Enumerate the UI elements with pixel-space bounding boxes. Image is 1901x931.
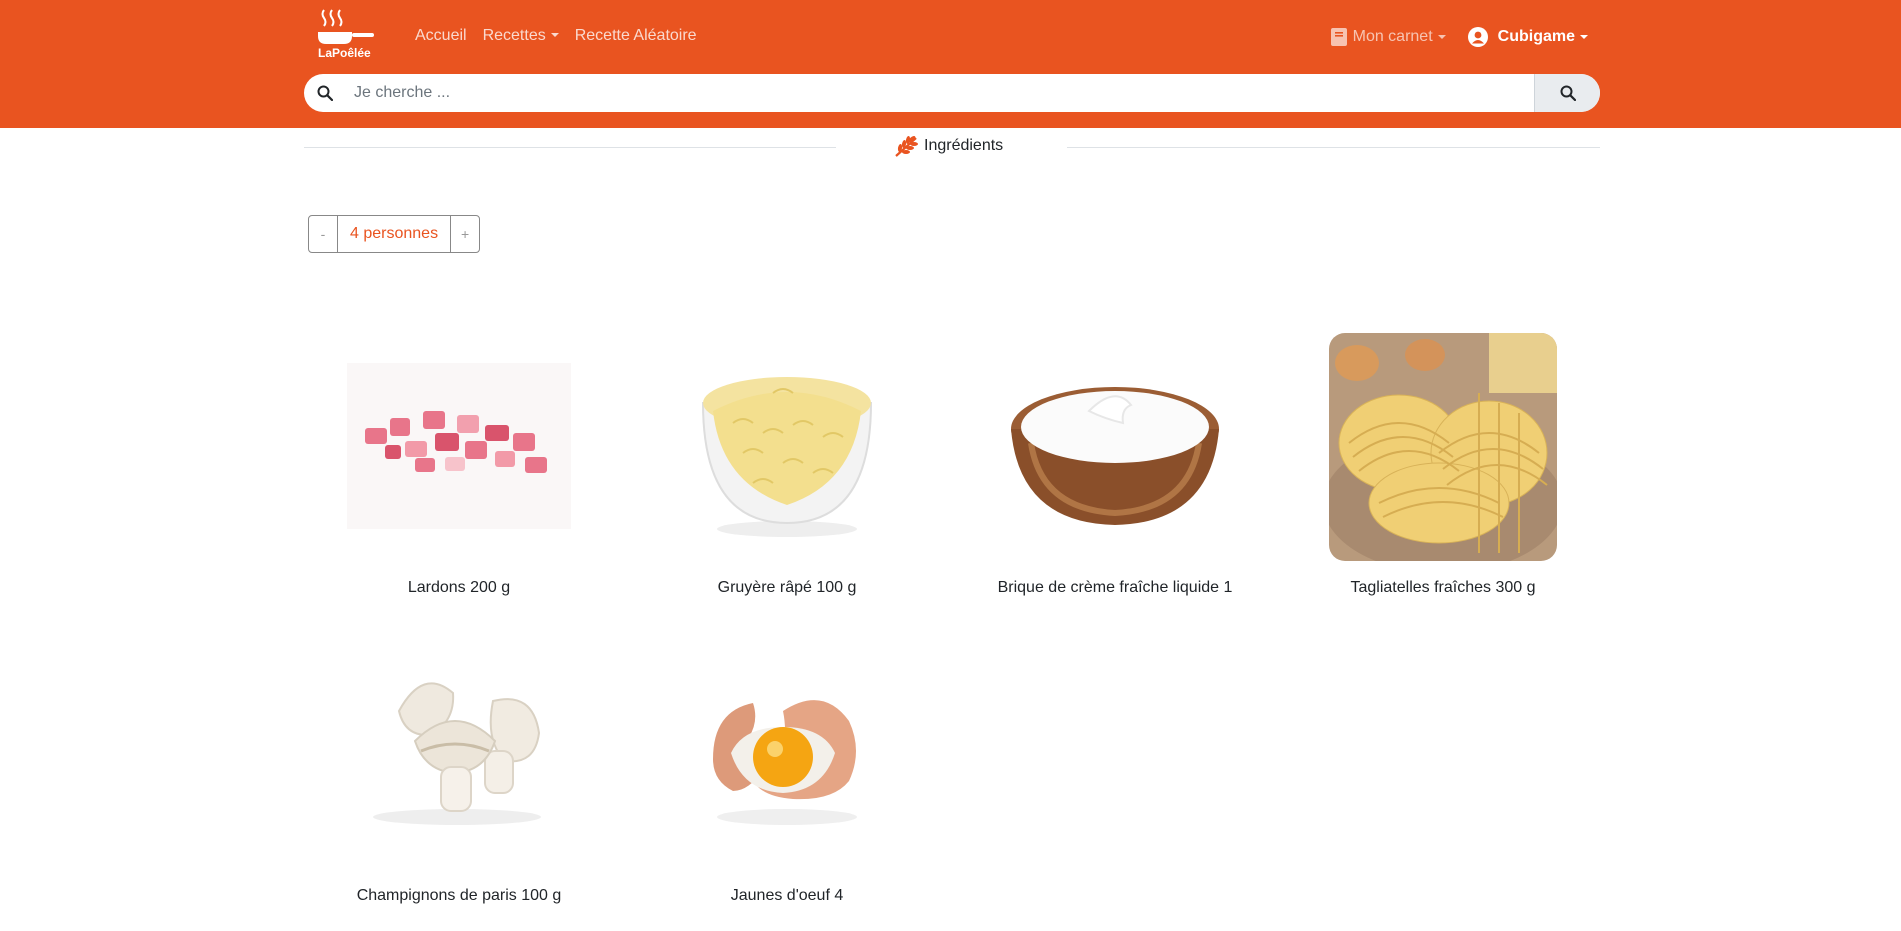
book-icon bbox=[1330, 28, 1347, 46]
cheese-image bbox=[673, 333, 901, 561]
egg-image bbox=[673, 641, 901, 869]
bacon-image bbox=[345, 333, 573, 561]
ingredient-label: Jaunes d'oeuf 4 bbox=[730, 887, 844, 904]
caret-down-icon bbox=[1437, 35, 1446, 39]
ingredient-label: Champignons de paris 100 g bbox=[356, 887, 562, 904]
section-title: Ingrédients bbox=[894, 134, 1003, 158]
nav-right: Mon carnet Cubigame bbox=[1323, 23, 1596, 51]
pasta-image bbox=[1329, 333, 1557, 561]
mushroom-image bbox=[345, 641, 573, 869]
divider bbox=[1067, 147, 1600, 148]
ingredient-card: Lardons 200 g bbox=[309, 333, 609, 623]
ingredient-card: Tagliatelles fraîches 300 g bbox=[1293, 333, 1593, 623]
nav-links: Accueil Recettes Recette Aléatoire bbox=[407, 23, 705, 49]
ingredient-card: Champignons de paris 100 g bbox=[309, 641, 609, 931]
carnet-label: Mon carnet bbox=[1352, 28, 1433, 45]
cream-image bbox=[1001, 333, 1229, 561]
increase-servings-button[interactable]: + bbox=[451, 216, 479, 252]
nav-link-recettes-dropdown[interactable]: Recettes bbox=[475, 23, 567, 49]
search-icon bbox=[1560, 85, 1576, 101]
user-circle-icon bbox=[1467, 27, 1488, 47]
nav-link-accueil[interactable]: Accueil bbox=[407, 23, 475, 49]
pan-logo-icon bbox=[318, 9, 374, 44]
user-label: Cubigame bbox=[1497, 28, 1575, 45]
ingredient-label: Brique de crème fraîche liquide 1 bbox=[997, 579, 1233, 596]
decrease-servings-button[interactable]: - bbox=[309, 216, 337, 252]
navbar: LaPoêlée Accueil Recettes Recette Aléato… bbox=[0, 0, 1901, 128]
search-icon bbox=[304, 74, 346, 112]
servings-value: 4 personnes bbox=[337, 216, 452, 252]
nav-link-recettes-label: Recettes bbox=[482, 27, 546, 44]
ingredient-card: Jaunes d'oeuf 4 bbox=[637, 641, 937, 931]
servings-stepper: - 4 personnes + bbox=[308, 215, 481, 253]
search-bar bbox=[304, 74, 1600, 112]
wheat-icon bbox=[895, 136, 918, 157]
caret-down-icon bbox=[1580, 35, 1588, 39]
user-dropdown[interactable]: Cubigame bbox=[1460, 23, 1596, 51]
section-title-label: Ingrédients bbox=[924, 137, 1004, 154]
brand-name: LaPoêlée bbox=[318, 46, 371, 60]
brand-logo[interactable]: LaPoêlée bbox=[314, 8, 378, 64]
ingredient-card: Gruyère râpé 100 g bbox=[637, 333, 937, 623]
ingredient-label: Lardons 200 g bbox=[407, 579, 511, 596]
divider bbox=[304, 147, 836, 148]
ingredient-label: Gruyère râpé 100 g bbox=[717, 579, 857, 596]
navbar-container: LaPoêlée Accueil Recettes Recette Aléato… bbox=[304, 0, 1600, 128]
ingredient-label: Tagliatelles fraîches 300 g bbox=[1350, 579, 1536, 596]
search-button[interactable] bbox=[1534, 74, 1600, 112]
ingredient-card: Brique de crème fraîche liquide 1 bbox=[965, 333, 1265, 623]
search-input[interactable] bbox=[346, 74, 1534, 112]
caret-down-icon bbox=[550, 33, 559, 37]
nav-link-recette-aleatoire[interactable]: Recette Aléatoire bbox=[567, 23, 705, 49]
ingredients-section-header: Ingrédients bbox=[304, 132, 1600, 164]
carnet-dropdown[interactable]: Mon carnet bbox=[1323, 24, 1454, 50]
